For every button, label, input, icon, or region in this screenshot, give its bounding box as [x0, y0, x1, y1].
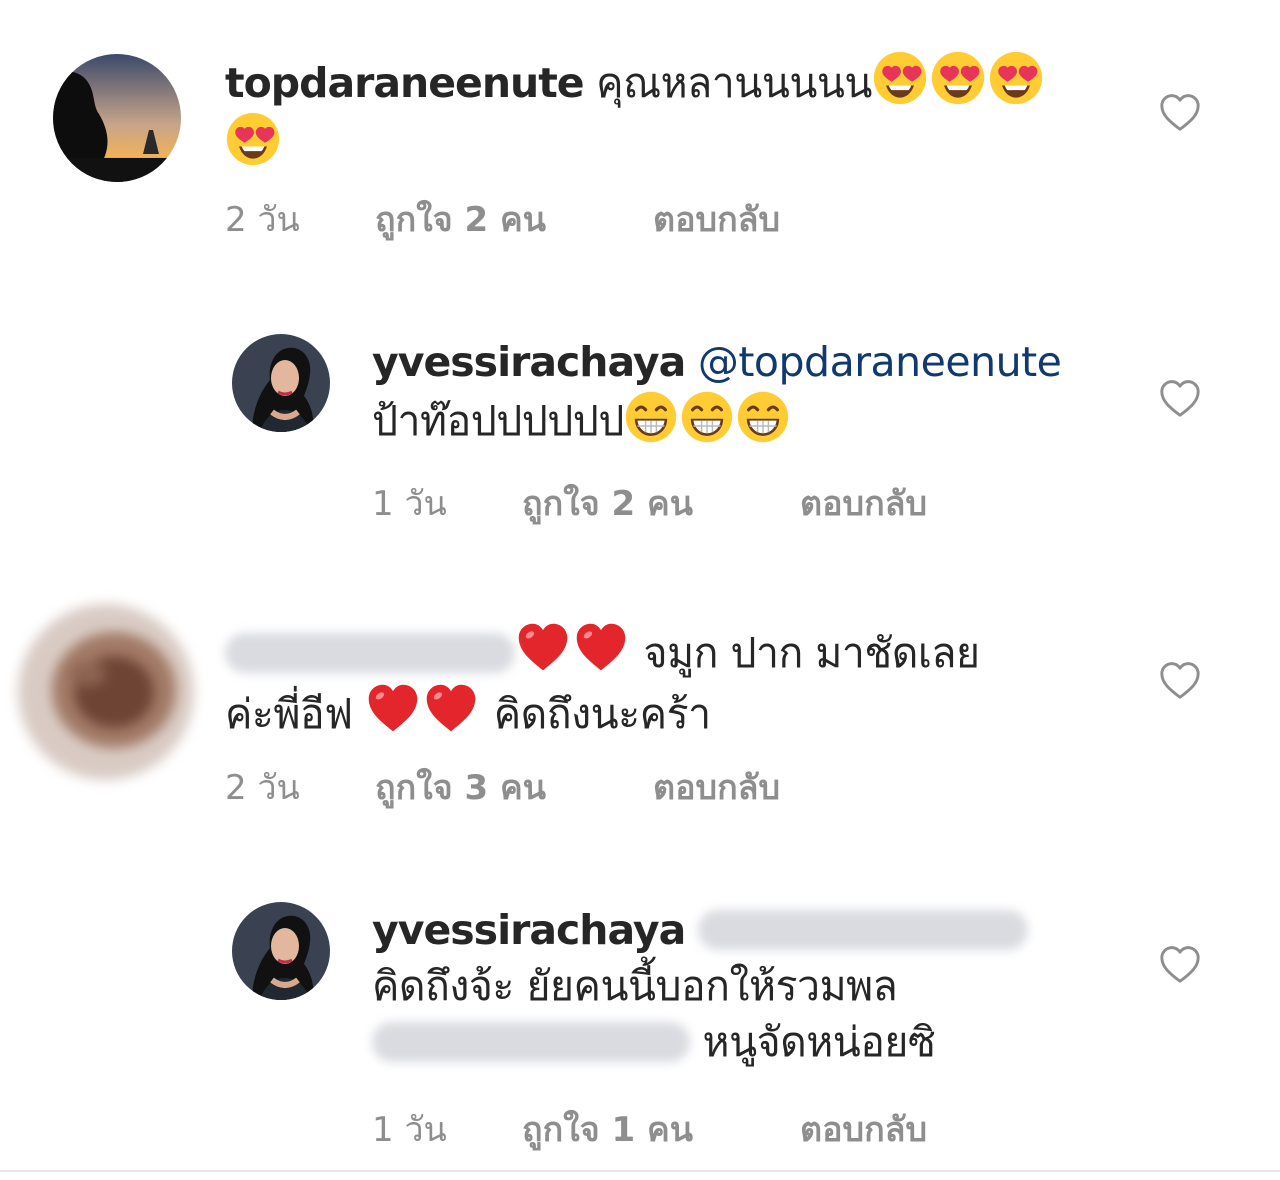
- comments-thread: topdaraneenute คุณหลานนนนน 2 วัน ถูกใจ 2 …: [0, 0, 1280, 1180]
- grinning-emoji-icon: [680, 390, 734, 444]
- like-heart-icon[interactable]: [1158, 660, 1202, 700]
- comment-time[interactable]: 1 วัน: [372, 1102, 522, 1156]
- comment-reply-item: yvessirachaya @topdaraneenute ป้าท๊อปปปป…: [0, 300, 1280, 550]
- heart-eyes-emoji-icon: [872, 50, 928, 106]
- divider: [0, 1170, 1280, 1172]
- likes-count-button[interactable]: ถูกใจ 2 คน: [522, 476, 800, 530]
- comment-time[interactable]: 2 วัน: [225, 760, 375, 814]
- comment-body: yvessirachaya @topdaraneenute ป้าท๊อปปปป…: [372, 334, 1132, 449]
- avatar[interactable]: [18, 604, 194, 780]
- comment-reply-item: yvessirachaya คิดถึงจ้ะ ยัยคนนี้บอกให้รว…: [0, 870, 1280, 1170]
- likes-count-button[interactable]: ถูกใจ 1 คน: [522, 1102, 800, 1156]
- reply-button[interactable]: ตอบกลับ: [800, 484, 927, 524]
- comment-body: yvessirachaya คิดถึงจ้ะ ยัยคนนี้บอกให้รว…: [372, 902, 1132, 1070]
- red-heart-emoji-icon: [573, 620, 629, 676]
- like-heart-icon[interactable]: [1158, 92, 1202, 132]
- red-heart-emoji-icon: [365, 681, 421, 737]
- mention-redacted: [372, 1022, 690, 1062]
- comment-username[interactable]: yvessirachaya: [372, 338, 686, 386]
- reply-button[interactable]: ตอบกลับ: [800, 1110, 927, 1150]
- reply-button[interactable]: ตอบกลับ: [653, 768, 780, 808]
- heart-eyes-emoji-icon: [988, 50, 1044, 106]
- comment-text: จมูก ปาก มาชัดเลย: [643, 629, 980, 677]
- comment-body: จมูก ปาก มาชัดเลย ค่ะพี่อีฟ คิดถึงนะคร้า: [225, 620, 1105, 742]
- comment-text: ป้าท๊อปปปปปป: [372, 397, 624, 445]
- comment-text: คุณหลานนนนน: [596, 59, 872, 107]
- comment-item: จมูก ปาก มาชัดเลย ค่ะพี่อีฟ คิดถึงนะคร้า…: [0, 590, 1280, 830]
- likes-count-button[interactable]: ถูกใจ 3 คน: [375, 760, 653, 814]
- comment-text: คิดถึงนะคร้า: [493, 690, 711, 738]
- comment-meta: 1 วัน ถูกใจ 2 คน ตอบกลับ: [372, 476, 927, 530]
- avatar[interactable]: [53, 54, 181, 182]
- avatar[interactable]: [232, 902, 330, 1000]
- grinning-emoji-icon: [736, 390, 790, 444]
- comment-body: topdaraneenute คุณหลานนนนน: [225, 50, 1125, 172]
- comment-time[interactable]: 2 วัน: [225, 192, 375, 246]
- likes-count-button[interactable]: ถูกใจ 2 คน: [375, 192, 653, 246]
- like-heart-icon[interactable]: [1158, 944, 1202, 984]
- comment-item: topdaraneenute คุณหลานนนนน 2 วัน ถูกใจ 2 …: [0, 0, 1280, 260]
- comment-text: ค่ะพี่อีฟ: [225, 690, 353, 738]
- avatar[interactable]: [232, 334, 330, 432]
- comment-username[interactable]: topdaraneenute: [225, 59, 585, 107]
- comment-meta: 1 วัน ถูกใจ 1 คน ตอบกลับ: [372, 1102, 927, 1156]
- mention-redacted: [697, 910, 1028, 950]
- red-heart-emoji-icon: [423, 681, 479, 737]
- comment-text: หนูจัดหน่อยซิ: [702, 1018, 936, 1066]
- grinning-emoji-icon: [624, 390, 678, 444]
- comment-meta: 2 วัน ถูกใจ 2 คน ตอบกลับ: [225, 192, 780, 246]
- heart-eyes-emoji-icon: [930, 50, 986, 106]
- username-redacted: [225, 633, 515, 673]
- heart-eyes-emoji-icon: [225, 111, 281, 167]
- comment-time[interactable]: 1 วัน: [372, 476, 522, 530]
- like-heart-icon[interactable]: [1158, 378, 1202, 418]
- comment-username[interactable]: yvessirachaya: [372, 906, 686, 954]
- mention-link[interactable]: @topdaraneenute: [698, 338, 1062, 386]
- comment-meta: 2 วัน ถูกใจ 3 คน ตอบกลับ: [225, 760, 780, 814]
- red-heart-emoji-icon: [515, 620, 571, 676]
- comment-text: คิดถึงจ้ะ ยัยคนนี้บอกให้รวมพล: [372, 962, 898, 1010]
- reply-button[interactable]: ตอบกลับ: [653, 200, 780, 240]
